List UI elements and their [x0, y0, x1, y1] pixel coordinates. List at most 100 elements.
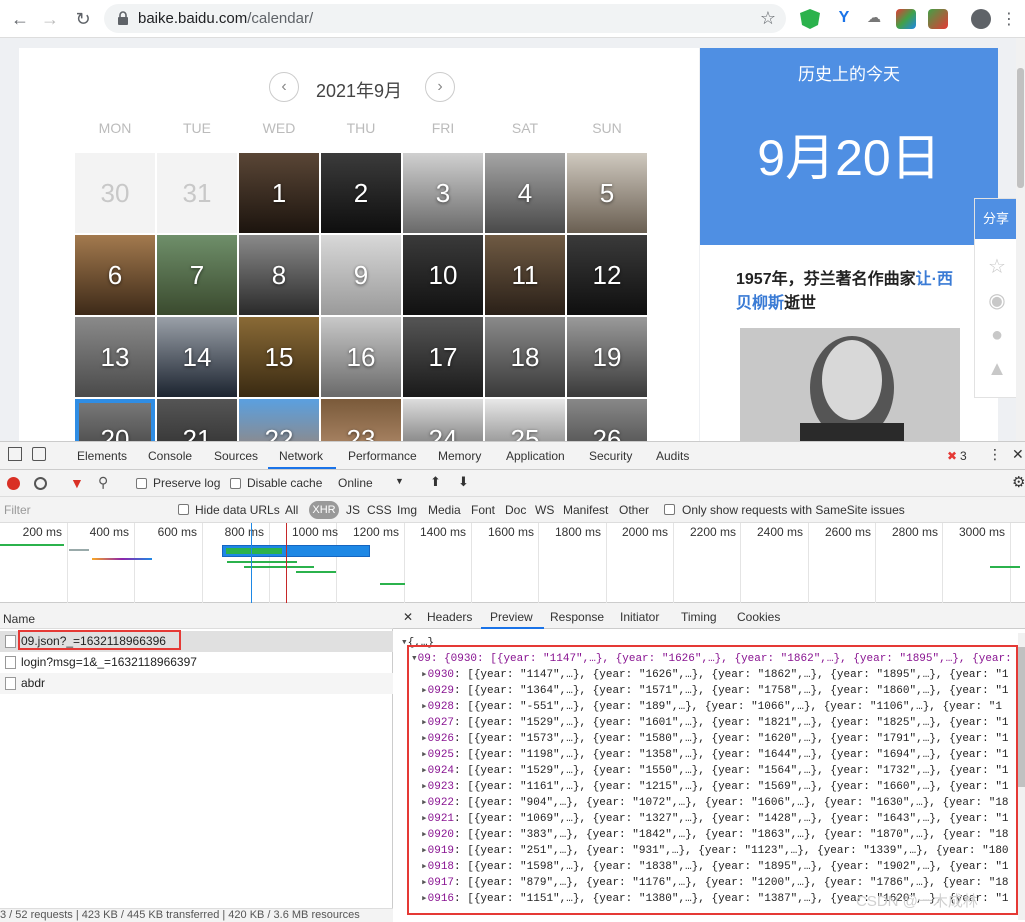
- day-cell[interactable]: 9: [321, 235, 401, 315]
- favorite-star-icon[interactable]: ☆: [985, 255, 1009, 279]
- network-timeline-overview[interactable]: 200 ms 400 ms 600 ms 800 ms 1000 ms 1200…: [0, 523, 1025, 603]
- event-portrait-image[interactable]: [740, 328, 960, 441]
- day-cell[interactable]: 5: [567, 153, 647, 233]
- tab-cookies[interactable]: Cookies: [737, 610, 780, 624]
- day-cell[interactable]: 16: [321, 317, 401, 397]
- samesite-checkbox[interactable]: [664, 504, 675, 515]
- day-cell[interactable]: 11: [485, 235, 565, 315]
- filter-type-font[interactable]: Font: [471, 503, 495, 517]
- day-cell[interactable]: 24: [403, 399, 483, 441]
- error-icon[interactable]: ✖: [947, 449, 957, 463]
- day-cell[interactable]: 30: [75, 153, 155, 233]
- day-cell[interactable]: 1: [239, 153, 319, 233]
- preserve-log-checkbox[interactable]: [136, 478, 147, 489]
- scrollbar-thumb[interactable]: [1018, 647, 1025, 787]
- tab-audits[interactable]: Audits: [656, 449, 689, 463]
- filter-type-all[interactable]: All: [285, 503, 298, 517]
- day-cell[interactable]: 19: [567, 317, 647, 397]
- day-cell[interactable]: 6: [75, 235, 155, 315]
- filter-type-other[interactable]: Other: [619, 503, 649, 517]
- multicolor-extension-icon[interactable]: [928, 9, 948, 29]
- hide-data-urls-checkbox[interactable]: [178, 504, 189, 515]
- name-column-header[interactable]: Name: [3, 612, 35, 626]
- qq-icon[interactable]: ▲: [985, 357, 1009, 381]
- filter-type-ws[interactable]: WS: [535, 503, 554, 517]
- next-month-button[interactable]: ›: [425, 72, 455, 102]
- devtools-menu-icon[interactable]: ⋮: [988, 446, 1002, 463]
- clear-icon[interactable]: [34, 477, 47, 490]
- menu-kebab-icon[interactable]: ⋮: [999, 9, 1019, 29]
- wechat-icon[interactable]: ●: [985, 323, 1009, 347]
- device-toggle-icon[interactable]: [32, 447, 46, 461]
- filter-type-manifest[interactable]: Manifest: [563, 503, 608, 517]
- tab-initiator[interactable]: Initiator: [620, 610, 659, 624]
- filter-type-xhr[interactable]: XHR: [309, 501, 339, 519]
- tab-network[interactable]: Network: [279, 449, 323, 463]
- day-cell[interactable]: 7: [157, 235, 237, 315]
- y-extension-icon[interactable]: Y: [834, 9, 854, 29]
- request-row[interactable]: abdr: [0, 673, 393, 694]
- filter-input[interactable]: Filter: [4, 503, 31, 517]
- throttle-select[interactable]: Online: [338, 476, 373, 490]
- reload-icon[interactable]: ↻: [72, 8, 94, 30]
- share-button[interactable]: 分享: [975, 199, 1017, 239]
- back-arrow-icon[interactable]: ←: [9, 8, 31, 30]
- record-icon[interactable]: [7, 477, 20, 490]
- filter-type-css[interactable]: CSS: [367, 503, 392, 517]
- address-bar[interactable]: baike.baidu.com/calendar/ ☆: [104, 4, 786, 33]
- filter-type-js[interactable]: JS: [346, 503, 360, 517]
- profile-avatar-icon[interactable]: [971, 9, 991, 29]
- day-cell[interactable]: 4: [485, 153, 565, 233]
- bookmark-star-icon[interactable]: ☆: [760, 8, 776, 29]
- filter-type-media[interactable]: Media: [428, 503, 461, 517]
- day-cell[interactable]: 8: [239, 235, 319, 315]
- tab-memory[interactable]: Memory: [438, 449, 481, 463]
- day-cell[interactable]: 18: [485, 317, 565, 397]
- day-cell[interactable]: 3: [403, 153, 483, 233]
- filter-type-img[interactable]: Img: [397, 503, 417, 517]
- tab-preview[interactable]: Preview: [490, 610, 533, 624]
- error-count[interactable]: 3: [960, 449, 967, 463]
- filter-funnel-icon[interactable]: ▼: [70, 475, 84, 491]
- export-har-icon[interactable]: ⬇: [458, 474, 469, 490]
- tab-timing[interactable]: Timing: [681, 610, 717, 624]
- tab-security[interactable]: Security: [589, 449, 632, 463]
- day-cell[interactable]: 31: [157, 153, 237, 233]
- forward-arrow-icon[interactable]: →: [39, 8, 61, 30]
- tab-application[interactable]: Application: [506, 449, 565, 463]
- inspect-element-icon[interactable]: [8, 447, 22, 461]
- disable-cache-checkbox[interactable]: [230, 478, 241, 489]
- day-cell-today[interactable]: 20: [75, 399, 155, 441]
- day-cell[interactable]: 23: [321, 399, 401, 441]
- tab-console[interactable]: Console: [148, 449, 192, 463]
- day-cell[interactable]: 22: [239, 399, 319, 441]
- day-cell[interactable]: 2: [321, 153, 401, 233]
- day-cell[interactable]: 21: [157, 399, 237, 441]
- request-row[interactable]: login?msg=1&_=1632118966397: [0, 652, 393, 673]
- close-detail-icon[interactable]: ✕: [403, 610, 413, 624]
- devtools-close-icon[interactable]: ✕: [1012, 446, 1024, 463]
- tab-response[interactable]: Response: [550, 610, 604, 624]
- shield-extension-icon[interactable]: [800, 9, 820, 29]
- tab-elements[interactable]: Elements: [77, 449, 127, 463]
- tab-performance[interactable]: Performance: [348, 449, 417, 463]
- day-cell[interactable]: 17: [403, 317, 483, 397]
- day-cell[interactable]: 14: [157, 317, 237, 397]
- day-cell[interactable]: 13: [75, 317, 155, 397]
- search-icon[interactable]: ⚲: [98, 474, 108, 491]
- preview-scrollbar[interactable]: [1018, 633, 1025, 920]
- filter-type-doc[interactable]: Doc: [505, 503, 526, 517]
- cloud-extension-icon[interactable]: ☁: [864, 9, 884, 29]
- day-cell[interactable]: 12: [567, 235, 647, 315]
- import-har-icon[interactable]: ⬆: [430, 474, 441, 490]
- tab-sources[interactable]: Sources: [214, 449, 258, 463]
- day-cell[interactable]: 15: [239, 317, 319, 397]
- page-scrollbar[interactable]: [1016, 38, 1025, 441]
- day-cell[interactable]: 26: [567, 399, 647, 441]
- scrollbar-thumb[interactable]: [1017, 68, 1024, 188]
- chevron-down-icon[interactable]: ▼: [395, 476, 404, 486]
- network-settings-gear-icon[interactable]: ⚙: [1012, 473, 1025, 491]
- day-cell[interactable]: 25: [485, 399, 565, 441]
- tab-headers[interactable]: Headers: [427, 610, 472, 624]
- day-cell[interactable]: 10: [403, 235, 483, 315]
